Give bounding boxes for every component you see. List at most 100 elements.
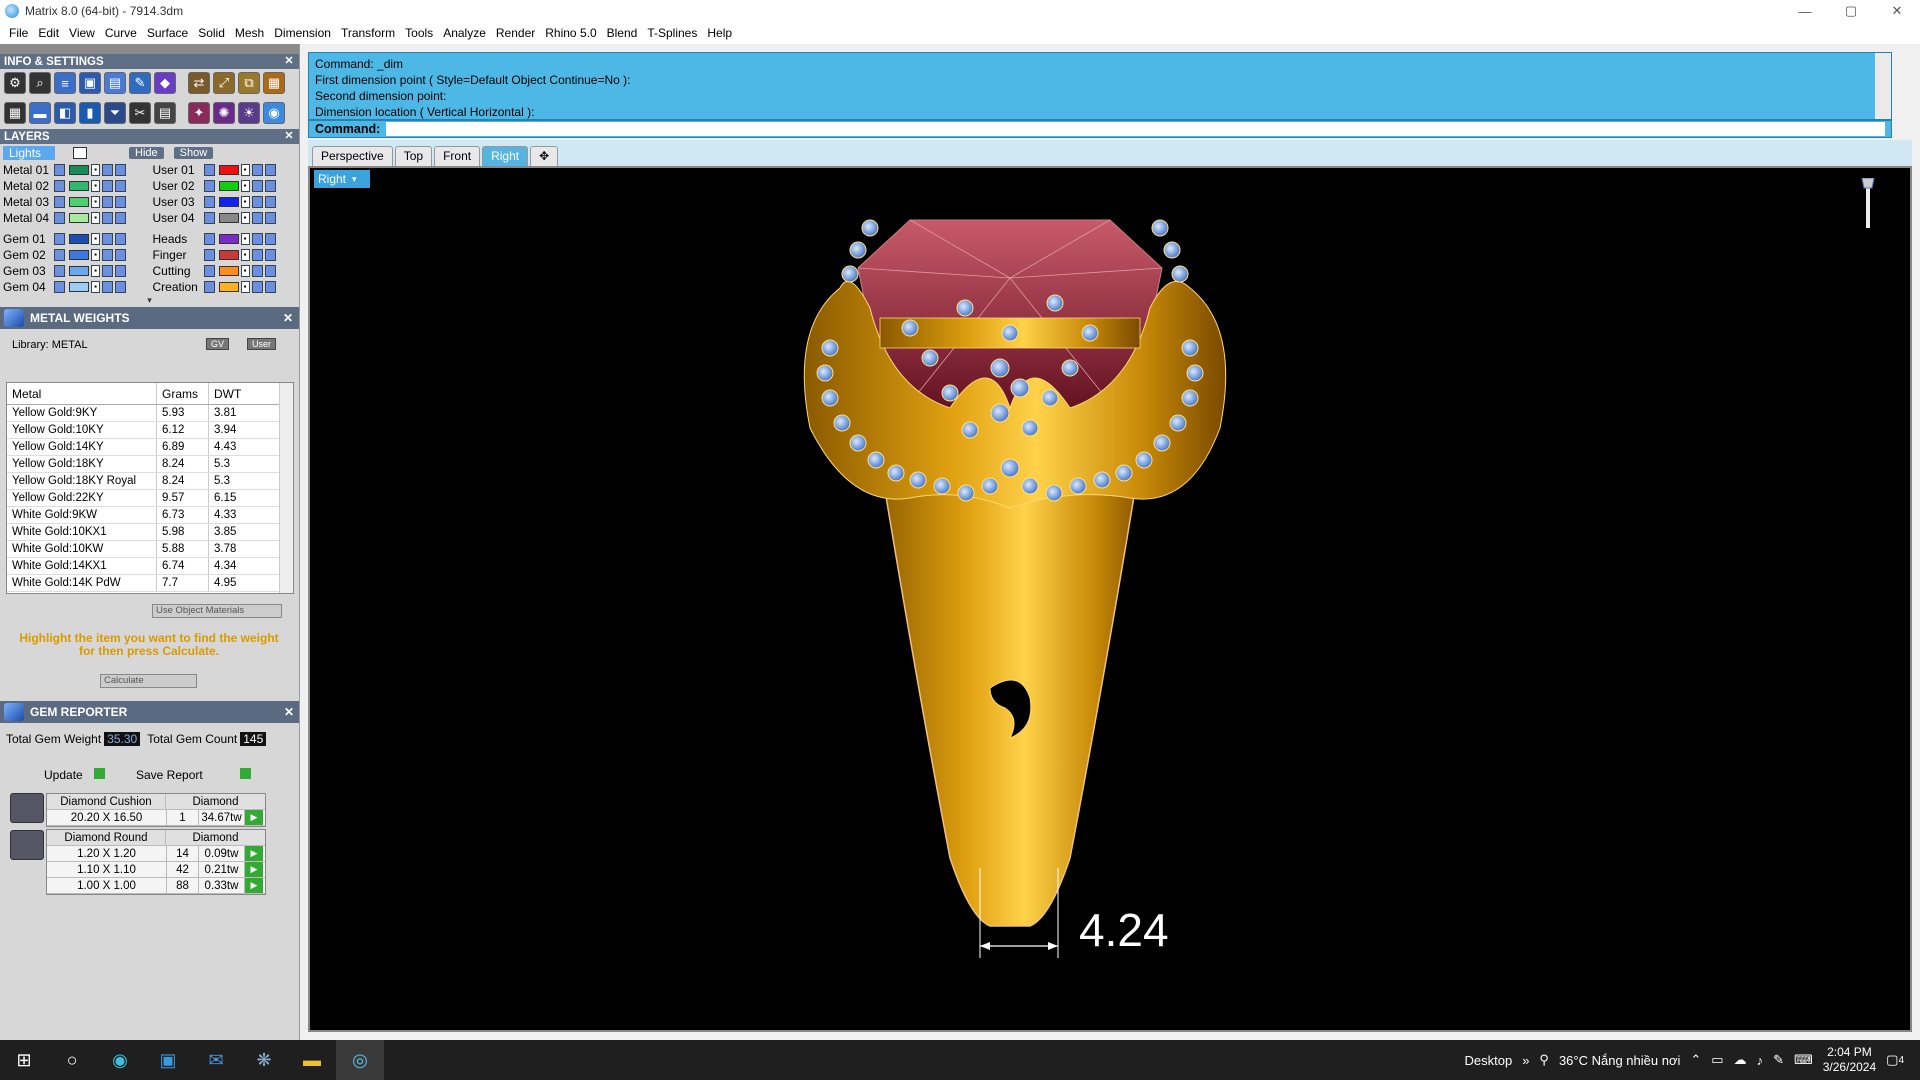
layer-color[interactable]	[69, 282, 89, 292]
layer-row[interactable]: User 04 ▪	[150, 210, 300, 226]
minimize-button[interactable]: —	[1782, 0, 1828, 22]
lights-layer[interactable]: Lights	[3, 146, 55, 160]
menu-view[interactable]: View	[64, 26, 100, 40]
metal-weights-close-icon[interactable]: ✕	[283, 311, 293, 325]
scale-icon[interactable]: ⤢	[213, 72, 235, 94]
keyboard-icon[interactable]: ⌨	[1794, 1052, 1813, 1068]
chevron-right-icon[interactable]: »	[1522, 1053, 1529, 1068]
table-row[interactable]: Yellow Gold:10KY 6.12 3.94	[7, 422, 293, 439]
layer-row[interactable]: Cutting ▪	[150, 263, 300, 279]
layer-color[interactable]	[218, 181, 239, 191]
tab-top[interactable]: Top	[394, 146, 433, 166]
layer-row[interactable]: User 03 ▪	[150, 194, 300, 210]
layers-stack-icon[interactable]: ≡	[54, 72, 76, 94]
save-report-button[interactable]: Save Report	[136, 768, 252, 782]
maximize-button[interactable]: ▢	[1828, 0, 1874, 22]
menu-curve[interactable]: Curve	[100, 26, 142, 40]
volume-icon[interactable]: ♪	[1757, 1053, 1764, 1068]
update-button[interactable]: Update	[44, 768, 106, 782]
layer-color[interactable]	[69, 213, 89, 223]
file-explorer-icon[interactable]: ▬	[288, 1040, 336, 1080]
filter-icon[interactable]: ⏷	[104, 102, 126, 124]
menu-transform[interactable]: Transform	[336, 26, 400, 40]
metal-scrollbar[interactable]	[279, 383, 293, 593]
layer-color[interactable]	[218, 234, 239, 244]
material-icon[interactable]: ✺	[213, 102, 235, 124]
menu-dimension[interactable]: Dimension	[269, 26, 336, 40]
edit-icon[interactable]: ✎	[129, 72, 151, 94]
mail-icon[interactable]: ✉	[192, 1040, 240, 1080]
layer-color[interactable]	[218, 213, 239, 223]
people-icon[interactable]: ⚲	[1539, 1052, 1549, 1068]
layer-row[interactable]: Gem 03 ▪	[0, 263, 150, 279]
menu-tools[interactable]: Tools	[400, 26, 438, 40]
layer-color[interactable]	[69, 234, 89, 244]
table-row[interactable]: White Gold:10KX1 5.98 3.85	[7, 524, 293, 541]
table-row[interactable]: Yellow Gold:9KY 5.93 3.81	[7, 405, 293, 422]
zoom-icon[interactable]: ⌕	[29, 72, 51, 94]
layer-row[interactable]: User 01 ▪	[150, 162, 300, 178]
matrix-taskbar-icon[interactable]: ◎	[336, 1040, 384, 1080]
edge-browser-icon[interactable]: ◉	[96, 1040, 144, 1080]
app-icon[interactable]: ❋	[240, 1040, 288, 1080]
menu-tsplines[interactable]: T-Splines	[642, 26, 702, 40]
layers-collapse-icon[interactable]: ▾	[0, 295, 299, 307]
store-icon[interactable]: ▣	[144, 1040, 192, 1080]
hide-button[interactable]: Hide	[129, 147, 164, 159]
search-icon[interactable]: ○	[48, 1040, 96, 1080]
table-row[interactable]: White Gold:14K PdW 7.7 4.95	[7, 575, 293, 592]
layer-color[interactable]	[69, 250, 89, 260]
table-row[interactable]: 1.20 X 1.20 14 0.09tw ▶	[47, 846, 265, 862]
menu-blend[interactable]: Blend	[602, 26, 643, 40]
col-grams[interactable]: Grams	[157, 383, 209, 404]
command-scrollbar[interactable]	[1875, 53, 1891, 119]
table-row[interactable]: White Gold:10KW 5.88 3.78	[7, 541, 293, 558]
menu-edit[interactable]: Edit	[33, 26, 64, 40]
add-viewport-tab-icon[interactable]: ✥	[530, 146, 559, 166]
layer-color[interactable]	[69, 165, 89, 175]
light-bulb-icon[interactable]	[1860, 177, 1876, 230]
row-arrow-icon[interactable]: ▶	[245, 878, 263, 893]
user-toggle[interactable]: User	[247, 338, 277, 350]
layer-row[interactable]: User 02 ▪	[150, 178, 300, 194]
gem-icon[interactable]: ◆	[154, 72, 176, 94]
col-metal[interactable]: Metal	[7, 383, 157, 404]
close-window-button[interactable]: ✕	[1874, 0, 1920, 22]
row-arrow-icon[interactable]: ▶	[245, 810, 263, 825]
network-icon[interactable]: ▭	[1711, 1052, 1723, 1068]
menu-rhino[interactable]: Rhino 5.0	[540, 26, 601, 40]
cube-icon[interactable]: ▣	[79, 72, 101, 94]
use-object-materials-button[interactable]: Use Object Materials	[152, 604, 282, 618]
layer-color[interactable]	[218, 165, 239, 175]
layer-color[interactable]	[69, 266, 89, 276]
copy-icon[interactable]: ⧉	[238, 72, 260, 94]
layer-row[interactable]: Metal 01 ▪	[0, 162, 150, 178]
chevron-up-icon[interactable]: ⌃	[1690, 1052, 1701, 1068]
menu-help[interactable]: Help	[702, 26, 737, 40]
menu-analyze[interactable]: Analyze	[438, 26, 491, 40]
layer-row[interactable]: Gem 04 ▪	[0, 279, 150, 295]
panel-icon[interactable]: ▮	[79, 102, 101, 124]
info-close-icon[interactable]: ✕	[283, 55, 295, 67]
layer-color[interactable]	[218, 250, 239, 260]
calculate-button[interactable]: Calculate	[100, 674, 197, 688]
clock[interactable]: 2:04 PM 3/26/2024	[1823, 1045, 1876, 1075]
notification-icon[interactable]: ▢	[1886, 1052, 1898, 1068]
tab-perspective[interactable]: Perspective	[312, 146, 393, 166]
menu-mesh[interactable]: Mesh	[230, 26, 269, 40]
camera-icon[interactable]: ◉	[263, 102, 285, 124]
col-dwt[interactable]: DWT	[209, 383, 269, 404]
table-row[interactable]: White Gold:9KW 6.73 4.33	[7, 507, 293, 524]
layer-color[interactable]	[218, 197, 239, 207]
layer-color[interactable]	[218, 282, 239, 292]
row-arrow-icon[interactable]: ▶	[245, 846, 263, 861]
layers-close-icon[interactable]: ✕	[283, 130, 295, 142]
layer-row[interactable]: Gem 01 ▪	[0, 231, 150, 247]
box-icon[interactable]: ◧	[54, 102, 76, 124]
onedrive-icon[interactable]: ☁	[1734, 1052, 1747, 1068]
table-row[interactable]: Yellow Gold:18KY 8.24 5.3	[7, 456, 293, 473]
table-row[interactable]: 1.00 X 1.00 88 0.33tw ▶	[47, 878, 265, 894]
table-row[interactable]: Yellow Gold:22KY 9.57 6.15	[7, 490, 293, 507]
page-icon[interactable]: ▤	[154, 102, 176, 124]
table-row[interactable]: Yellow Gold:18KY Royal 8.24 5.3	[7, 473, 293, 490]
